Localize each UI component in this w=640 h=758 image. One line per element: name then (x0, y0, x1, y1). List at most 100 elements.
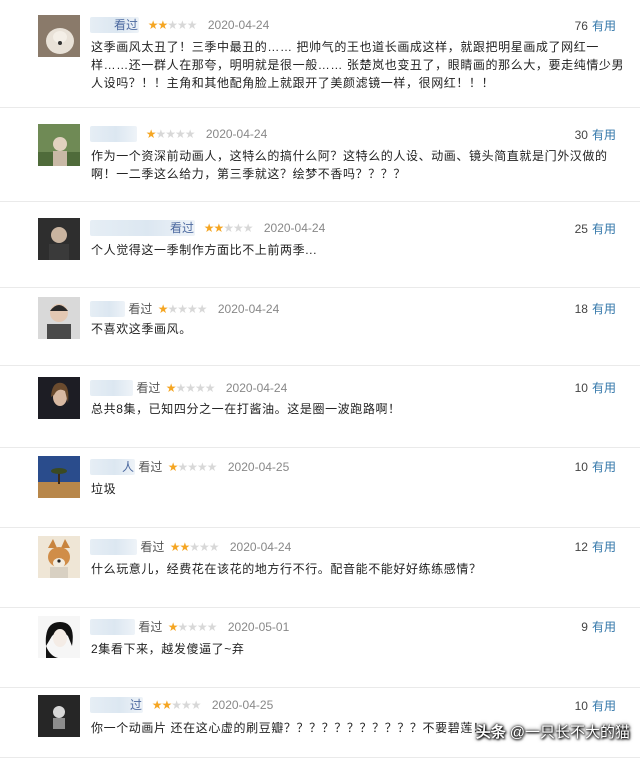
review-date: 2020-04-24 (225, 380, 288, 395)
vote-area: 12 有用 (575, 538, 616, 555)
review-date: 2020-04-24 (205, 127, 268, 141)
useful-button[interactable]: 有用 (592, 620, 616, 634)
rating-stars: ★★★★★ (165, 380, 216, 395)
woman-dark-icon[interactable] (38, 377, 80, 419)
useful-count: 10 (574, 699, 588, 713)
vote-area: 10 有用 (575, 458, 616, 475)
star-icon: ★ (187, 459, 198, 474)
review-item: ★★★★★ 2020-04-24 30 有用 作为一个资深前动画人，这特么的搞什么… (0, 108, 640, 202)
watched-status: 看过 (136, 381, 161, 395)
watermark: 头条 @一只长不大的猫 (476, 721, 630, 742)
review-text: 什么玩意儿，经费花在该花的地方行不行。配音能不能好好练练感情？ (91, 562, 482, 576)
star-icon: ★ (206, 459, 218, 474)
vote-area: 18 有用 (575, 300, 616, 317)
useful-count: 18 (574, 302, 588, 316)
username: 看过 (169, 221, 194, 235)
shiba-dog-icon[interactable] (38, 536, 80, 578)
review-meta: 看过 ★★★★★ 2020-04-24 (90, 538, 292, 555)
review-item: 看过 ★★★★★ 2020-04-24 18 有用 不喜欢这季画风。 (0, 288, 640, 366)
useful-button[interactable]: 有用 (592, 222, 616, 236)
username: 人 (121, 459, 134, 474)
star-icon: ★ (177, 301, 188, 316)
garden-person-icon[interactable] (38, 124, 80, 166)
review-item: 人 看过 ★★★★★ 2020-04-25 10 有用 垃圾 (0, 448, 640, 528)
star-icon: ★ (195, 380, 206, 395)
star-icon: ★ (177, 619, 188, 634)
watched-status: 看过 (140, 540, 165, 554)
star-icon: ★ (196, 301, 208, 316)
anime-girl-icon[interactable] (38, 616, 80, 658)
review-text: 这季画风太丑了！三季中最丑的…… 把帅气的王也道长画成这样，就跟把明星画成了网红… (91, 40, 625, 90)
person-dark-icon[interactable] (38, 218, 80, 260)
star-icon: ★ (165, 127, 176, 141)
review-date: 2020-04-24 (207, 18, 270, 32)
desert-tree-icon[interactable] (38, 456, 80, 498)
star-icon: ★ (187, 619, 198, 634)
useful-button[interactable]: 有用 (592, 540, 616, 554)
star-icon: ★ (151, 698, 163, 712)
star-icon: ★ (175, 380, 186, 395)
star-icon: ★ (242, 221, 254, 235)
star-icon: ★ (199, 539, 210, 554)
star-icon: ★ (208, 539, 220, 554)
review-date: 2020-04-25 (211, 698, 274, 712)
review-meta: 看过 ★★★★★ 2020-05-01 (90, 618, 289, 635)
star-icon: ★ (177, 459, 188, 474)
review-item: 看过 ★★★★★ 2020-05-01 9 有用 2集看下来，越发傻逼了~弃 (0, 608, 640, 688)
vote-area: 76 有用 (575, 17, 616, 34)
star-icon: ★ (145, 127, 157, 141)
rating-stars: ★★★★★ (168, 619, 218, 634)
star-icon: ★ (165, 380, 177, 395)
username-link[interactable]: 看过 (90, 220, 195, 236)
watermark-logo: 头条 (475, 724, 506, 741)
star-icon: ★ (206, 619, 218, 634)
dog-white-icon[interactable] (38, 15, 80, 57)
star-icon: ★ (197, 619, 208, 634)
username-link[interactable]: 人 (90, 458, 135, 475)
star-icon: ★ (232, 221, 244, 235)
review-text: 个人觉得这一季制作方面比不上前两季... (91, 243, 318, 257)
useful-count: 30 (574, 128, 588, 142)
useful-button[interactable]: 有用 (592, 128, 616, 142)
person-portrait-icon[interactable] (38, 297, 80, 339)
review-item: 看过 ★★★★★ 2020-04-24 76 有用 这季画风太丑了！三季中最丑的…… (0, 0, 640, 108)
star-icon: ★ (157, 18, 168, 32)
rating-stars: ★★★★★ (148, 18, 198, 32)
username-link[interactable]: 看过 (90, 17, 139, 33)
review-meta: 看过 ★★★★★ 2020-04-24 (90, 17, 269, 33)
dark-figure-icon[interactable] (38, 695, 80, 737)
username-link[interactable] (90, 538, 137, 555)
useful-button[interactable]: 有用 (592, 302, 616, 316)
rating-stars: ★★★★★ (145, 127, 196, 141)
review-date: 2020-04-24 (229, 539, 292, 554)
useful-count: 76 (574, 19, 588, 33)
useful-button[interactable]: 有用 (592, 381, 616, 395)
review-meta: 看过 ★★★★★ 2020-04-24 (90, 300, 279, 317)
rating-stars: ★★★★★ (170, 539, 220, 554)
rating-stars: ★★★★★ (151, 698, 202, 712)
username-link[interactable] (90, 126, 137, 142)
useful-button[interactable]: 有用 (592, 19, 616, 33)
review-date: 2020-04-25 (227, 459, 290, 474)
star-icon: ★ (204, 380, 216, 395)
star-icon: ★ (190, 698, 202, 712)
username-link[interactable] (90, 618, 135, 635)
watermark-text: @一只长不大的猫 (509, 724, 630, 741)
username-link[interactable] (90, 379, 133, 396)
star-icon: ★ (213, 221, 224, 235)
star-icon: ★ (176, 18, 188, 32)
star-icon: ★ (171, 698, 182, 712)
username-link[interactable] (90, 300, 125, 317)
username-link[interactable]: 过 (90, 697, 143, 713)
review-text: 不喜欢这季画风。 (91, 322, 192, 336)
review-item: 看过 ★★★★★ 2020-04-24 10 有用 总共8集，已知四分之一在打酱油… (0, 366, 640, 448)
star-icon: ★ (180, 698, 192, 712)
review-meta: ★★★★★ 2020-04-24 (90, 126, 267, 142)
useful-button[interactable]: 有用 (592, 699, 616, 713)
useful-count: 25 (574, 222, 588, 236)
useful-button[interactable]: 有用 (592, 460, 616, 474)
watched-status: 看过 (138, 620, 163, 634)
review-text: 作为一个资深前动画人，这特么的搞什么阿？这特么的人设、动画、镜头简直就是门外汉做… (91, 149, 608, 181)
vote-area: 9 有用 (581, 618, 616, 635)
star-icon: ★ (161, 698, 172, 712)
